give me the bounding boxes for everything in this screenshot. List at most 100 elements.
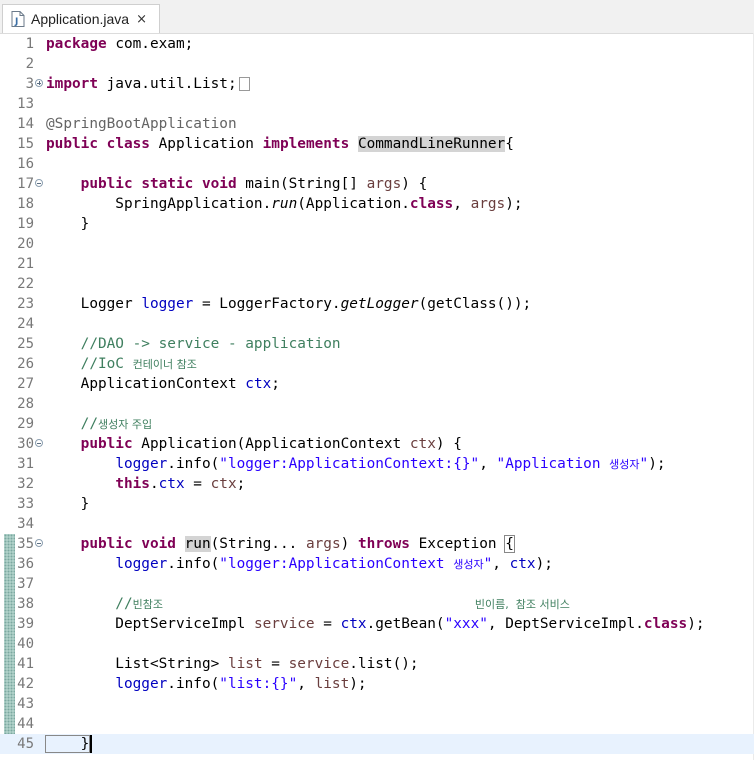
code-line: 25 //DAO -> service - application [0, 334, 754, 354]
line-number: 25 [17, 336, 34, 352]
line-number: 14 [17, 116, 34, 132]
close-icon[interactable]: × [136, 12, 147, 27]
editor-tab-bar: J Application.java × [0, 0, 754, 34]
line-number: 23 [17, 296, 34, 312]
code-text: this.ctx = ctx; [115, 476, 246, 492]
code-text: List<String> list = service.list(); [46, 656, 419, 672]
line-number: 37 [17, 576, 34, 592]
line-number: 29 [17, 416, 34, 432]
code-text: //빈참조 빈이름, 참조 서비스 [46, 596, 570, 612]
line-number: 40 [17, 636, 34, 652]
line-number: 36 [17, 556, 34, 572]
code-line: 27 ApplicationContext ctx; [0, 374, 754, 394]
code-text: //DAO -> service - application [46, 336, 341, 352]
line-number: 45 [17, 736, 34, 752]
line-number: 42 [17, 676, 34, 692]
code-line: 26 //IoC 컨테이너 참조 [0, 354, 754, 374]
code-line: 35 public void run(String... args) throw… [0, 534, 754, 554]
svg-text:J: J [14, 17, 18, 27]
code-line: 32 this.ctx = ctx; [0, 474, 754, 494]
line-number: 16 [17, 156, 34, 172]
code-line: 19 } [0, 214, 754, 234]
line-number: 17 [17, 176, 34, 192]
line-number: 43 [17, 696, 34, 712]
line-number: 31 [17, 456, 34, 472]
collapse-fold-icon[interactable] [35, 439, 43, 447]
line-number: 32 [17, 476, 34, 492]
collapsed-imports-marker[interactable] [238, 77, 250, 91]
line-number: 38 [17, 596, 34, 612]
line-number: 39 [17, 616, 34, 632]
text-caret [90, 735, 93, 753]
code-line: 23 Logger logger = LoggerFactory.getLogg… [0, 294, 754, 314]
code-line: 37 [0, 574, 754, 594]
code-line: 42 logger.info("list:{}", list); [0, 674, 754, 694]
line-number: 28 [17, 396, 34, 412]
code-line: 36 logger.info("logger:ApplicationContex… [0, 554, 754, 574]
code-line: 41 List<String> list = service.list(); [0, 654, 754, 674]
line-number: 2 [25, 56, 34, 72]
code-text: logger.info("logger:ApplicationContext 생… [115, 556, 553, 572]
code-line: 29 //생성자 주입 [0, 414, 754, 434]
line-number: 18 [17, 196, 34, 212]
code-line: 18 SpringApplication.run(Application.cla… [0, 194, 754, 214]
code-text: logger.info("list:{}", list); [115, 676, 367, 692]
code-line: 14 @SpringBootApplication [0, 114, 754, 134]
code-line: 33 } [0, 494, 754, 514]
line-number: 41 [17, 656, 34, 672]
code-text: //IoC 컨테이너 참조 [46, 356, 197, 372]
code-line: 17 public static void main(String[] args… [0, 174, 754, 194]
code-text: } [46, 496, 90, 512]
line-number: 15 [17, 136, 34, 152]
code-line: 40 [0, 634, 754, 654]
tab-title: Application.java [31, 11, 130, 27]
line-number: 44 [17, 716, 34, 732]
line-number: 19 [17, 216, 34, 232]
code-text: //생성자 주입 [46, 416, 153, 432]
code-line: 13 [0, 94, 754, 114]
line-number: 21 [17, 256, 34, 272]
code-line: 1 package com.exam; [0, 34, 754, 54]
code-text: DeptServiceImpl service = ctx.getBean("x… [46, 616, 705, 632]
collapse-fold-icon[interactable] [35, 179, 43, 187]
java-file-icon: J [11, 11, 25, 27]
code-line: 43 [0, 694, 754, 714]
code-line: 20 [0, 234, 754, 254]
code-line: 44 [0, 714, 754, 734]
code-line: 39 DeptServiceImpl service = ctx.getBean… [0, 614, 754, 634]
line-number: 27 [17, 376, 34, 392]
code-text: public Application(ApplicationContext ct… [80, 436, 462, 452]
code-line: 21 [0, 254, 754, 274]
current-code-line: 45 } [0, 734, 754, 754]
code-line: 34 [0, 514, 754, 534]
code-line: 28 [0, 394, 754, 414]
tab-application-java[interactable]: J Application.java × [2, 4, 160, 33]
code-line: 15 public class Application implements C… [0, 134, 754, 154]
code-text: ApplicationContext ctx; [46, 376, 280, 392]
code-text: import java.util.List; [46, 74, 250, 94]
expand-fold-icon[interactable] [35, 79, 43, 87]
code-text: public void run(String... args) throws E… [80, 535, 515, 553]
code-text: @SpringBootApplication [46, 116, 237, 132]
code-text: SpringApplication.run(Application.class,… [46, 196, 523, 212]
code-line: 16 [0, 154, 754, 174]
code-line: 38 //빈참조 빈이름, 참조 서비스 [0, 594, 754, 614]
code-line: 2 [0, 54, 754, 74]
code-text: package com.exam; [46, 36, 194, 52]
line-number: 13 [17, 96, 34, 112]
line-number: 35 [17, 536, 34, 552]
line-number: 22 [17, 276, 34, 292]
line-number: 33 [17, 496, 34, 512]
line-number: 1 [25, 36, 34, 52]
code-line: 3 import java.util.List; [0, 74, 754, 94]
line-number: 34 [17, 516, 34, 532]
line-number: 20 [17, 236, 34, 252]
code-line: 24 [0, 314, 754, 334]
code-line: 31 logger.info("logger:ApplicationContex… [0, 454, 754, 474]
line-number: 30 [17, 436, 34, 452]
code-editor[interactable]: 1 package com.exam; 2 3 import java.util… [0, 34, 754, 760]
collapse-fold-icon[interactable] [35, 539, 43, 547]
code-text: public static void main(String[] args) { [80, 176, 428, 192]
code-line: 30 public Application(ApplicationContext… [0, 434, 754, 454]
code-line: 22 [0, 274, 754, 294]
